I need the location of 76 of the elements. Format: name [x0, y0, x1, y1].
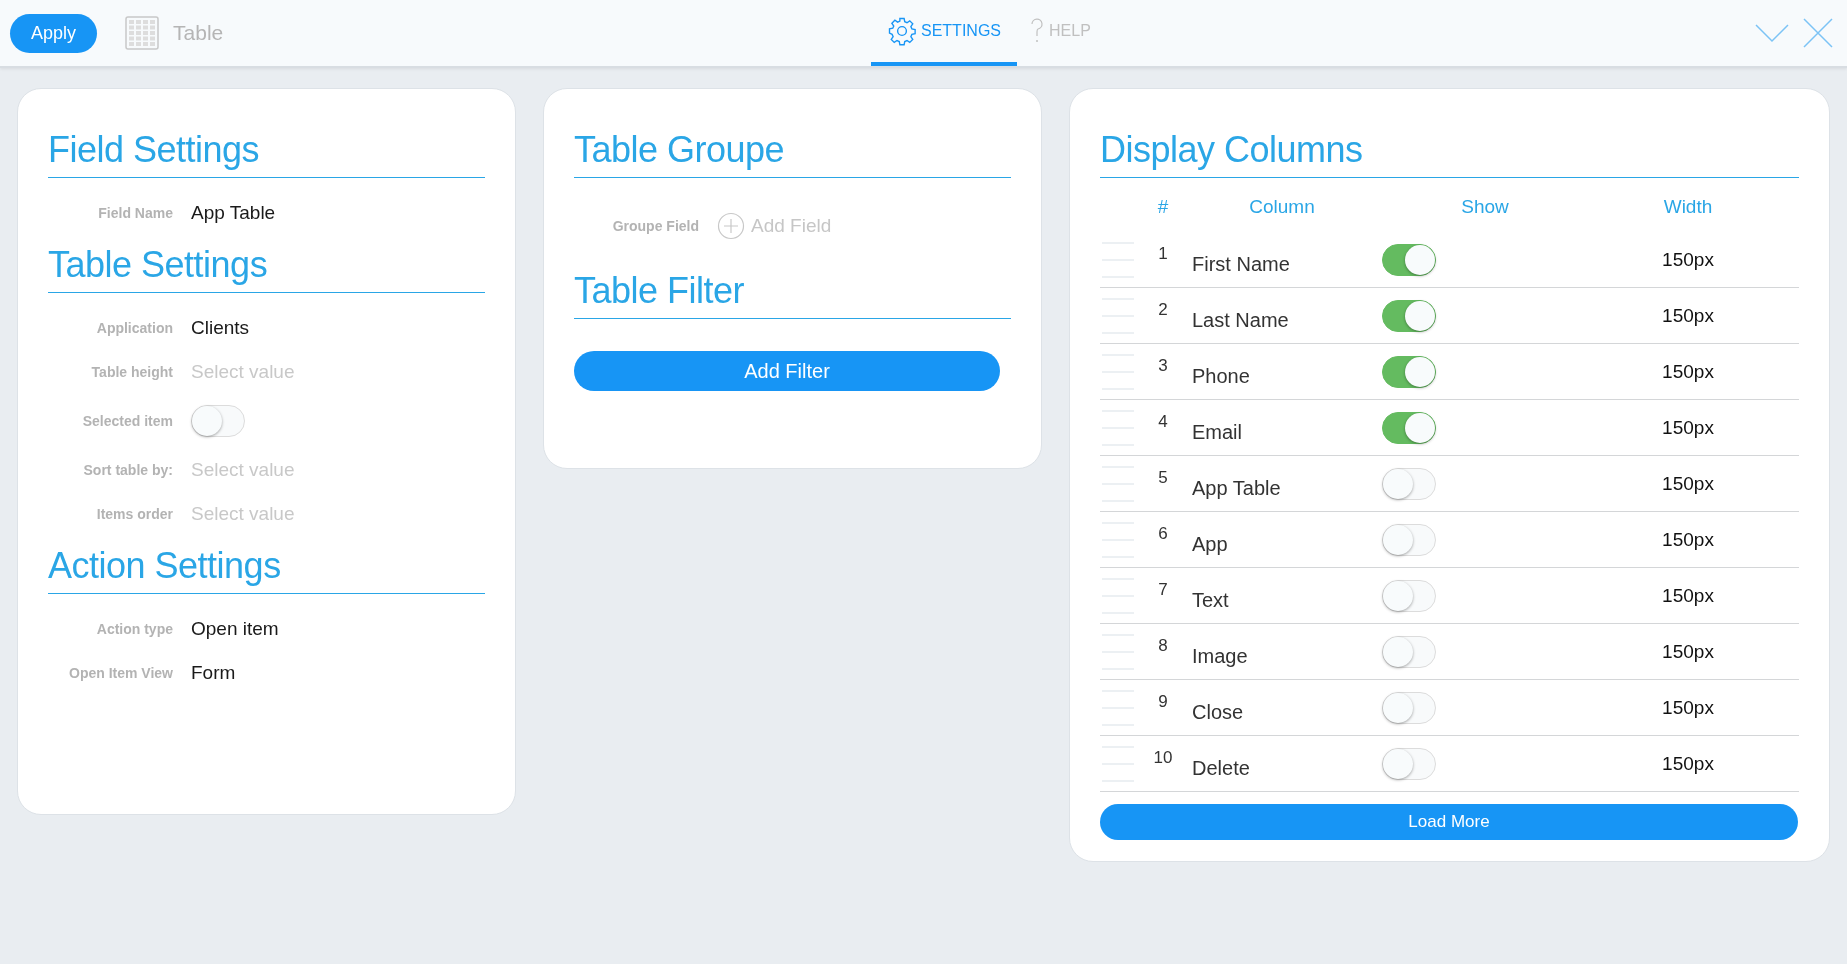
- field-label: Selected item: [81, 413, 173, 429]
- column-width: 150px: [1661, 584, 1715, 607]
- column-name: Close: [1191, 701, 1245, 724]
- row-number: 9: [1157, 692, 1169, 712]
- column-width: 150px: [1661, 304, 1715, 327]
- apply-button[interactable]: Apply: [10, 13, 98, 53]
- table-icon: [125, 16, 160, 50]
- field-label: Field Name: [97, 205, 173, 221]
- column-width: 150px: [1661, 696, 1715, 719]
- row-number: 3: [1157, 356, 1169, 376]
- add-filter-button[interactable]: Add Filter: [574, 351, 1000, 391]
- toggle-switch[interactable]: [1382, 411, 1436, 444]
- toggle-switch[interactable]: [1382, 579, 1436, 612]
- column-header: #: [1156, 196, 1170, 218]
- field-value: Open item: [191, 618, 279, 640]
- column-name: App Table: [1191, 477, 1282, 500]
- field-label: Action type: [95, 621, 173, 637]
- field-value: Clients: [191, 317, 250, 339]
- column-header: Column: [1248, 196, 1316, 218]
- section-title: Table Filter: [574, 270, 1011, 319]
- add-field-button[interactable]: Add Field: [717, 212, 832, 240]
- toolbar-title: Table: [173, 21, 224, 45]
- column-width: 150px: [1661, 360, 1715, 383]
- load-more-button[interactable]: Load More: [1100, 804, 1798, 840]
- toggle-switch[interactable]: [1382, 691, 1436, 724]
- column-width: 150px: [1661, 640, 1715, 663]
- row-number: 2: [1157, 300, 1169, 320]
- toggle-switch[interactable]: [1382, 467, 1436, 500]
- column-header: Show: [1460, 196, 1510, 218]
- column-name: Last Name: [1191, 309, 1290, 332]
- column-name: App: [1191, 533, 1229, 556]
- collapse-icon[interactable]: [1755, 23, 1789, 43]
- settings-tab[interactable]: SETTINGS: [871, 0, 1017, 66]
- section-title: Table Settings: [48, 244, 485, 293]
- column-width: 150px: [1661, 416, 1715, 439]
- field-label: Application: [95, 320, 173, 336]
- row-number: 7: [1157, 580, 1169, 600]
- help-tab[interactable]: HELP: [1017, 0, 1103, 66]
- field-label: Items order: [95, 506, 173, 522]
- toggle-switch[interactable]: [1382, 523, 1436, 556]
- section-title: Field Settings: [48, 129, 485, 178]
- column-name: Delete: [1191, 757, 1251, 780]
- field-label: Groupe Field: [611, 218, 699, 234]
- toggle-switch[interactable]: [1382, 635, 1436, 668]
- column-width: 150px: [1661, 248, 1715, 271]
- section-title: Table Groupe: [574, 129, 1011, 178]
- column-name: Phone: [1191, 365, 1251, 388]
- field-value: App Table: [191, 202, 276, 224]
- settings-icon: [887, 16, 917, 46]
- close-icon[interactable]: [1803, 18, 1833, 48]
- row-number: 5: [1157, 468, 1169, 488]
- column-name: Image: [1191, 645, 1249, 668]
- column-header: Width: [1662, 196, 1714, 218]
- row-number: 8: [1157, 636, 1169, 656]
- field-label: Open Item View: [68, 665, 173, 681]
- toggle-switch[interactable]: [1382, 355, 1436, 388]
- toggle-switch[interactable]: [1382, 747, 1436, 780]
- toggle-switch[interactable]: [1382, 243, 1436, 276]
- section-title: Display Columns: [1100, 129, 1799, 178]
- column-width: 150px: [1661, 472, 1715, 495]
- column-width: 150px: [1661, 752, 1715, 775]
- row-number: 1: [1157, 244, 1169, 264]
- row-number: 6: [1157, 524, 1169, 544]
- plus-circle-icon: [717, 212, 745, 240]
- field-label: Table height: [90, 364, 173, 380]
- column-name: Text: [1191, 589, 1230, 612]
- section-title: Action Settings: [48, 545, 485, 594]
- row-number: 10: [1152, 748, 1174, 768]
- column-name: Email: [1191, 421, 1243, 444]
- column-name: First Name: [1191, 253, 1291, 276]
- toggle-switch[interactable]: [1382, 299, 1436, 332]
- column-width: 150px: [1661, 528, 1715, 551]
- toggle-switch[interactable]: [191, 405, 245, 437]
- field-value: Form: [191, 662, 236, 684]
- field-label: Sort table by:: [82, 462, 173, 478]
- row-number: 4: [1157, 412, 1169, 432]
